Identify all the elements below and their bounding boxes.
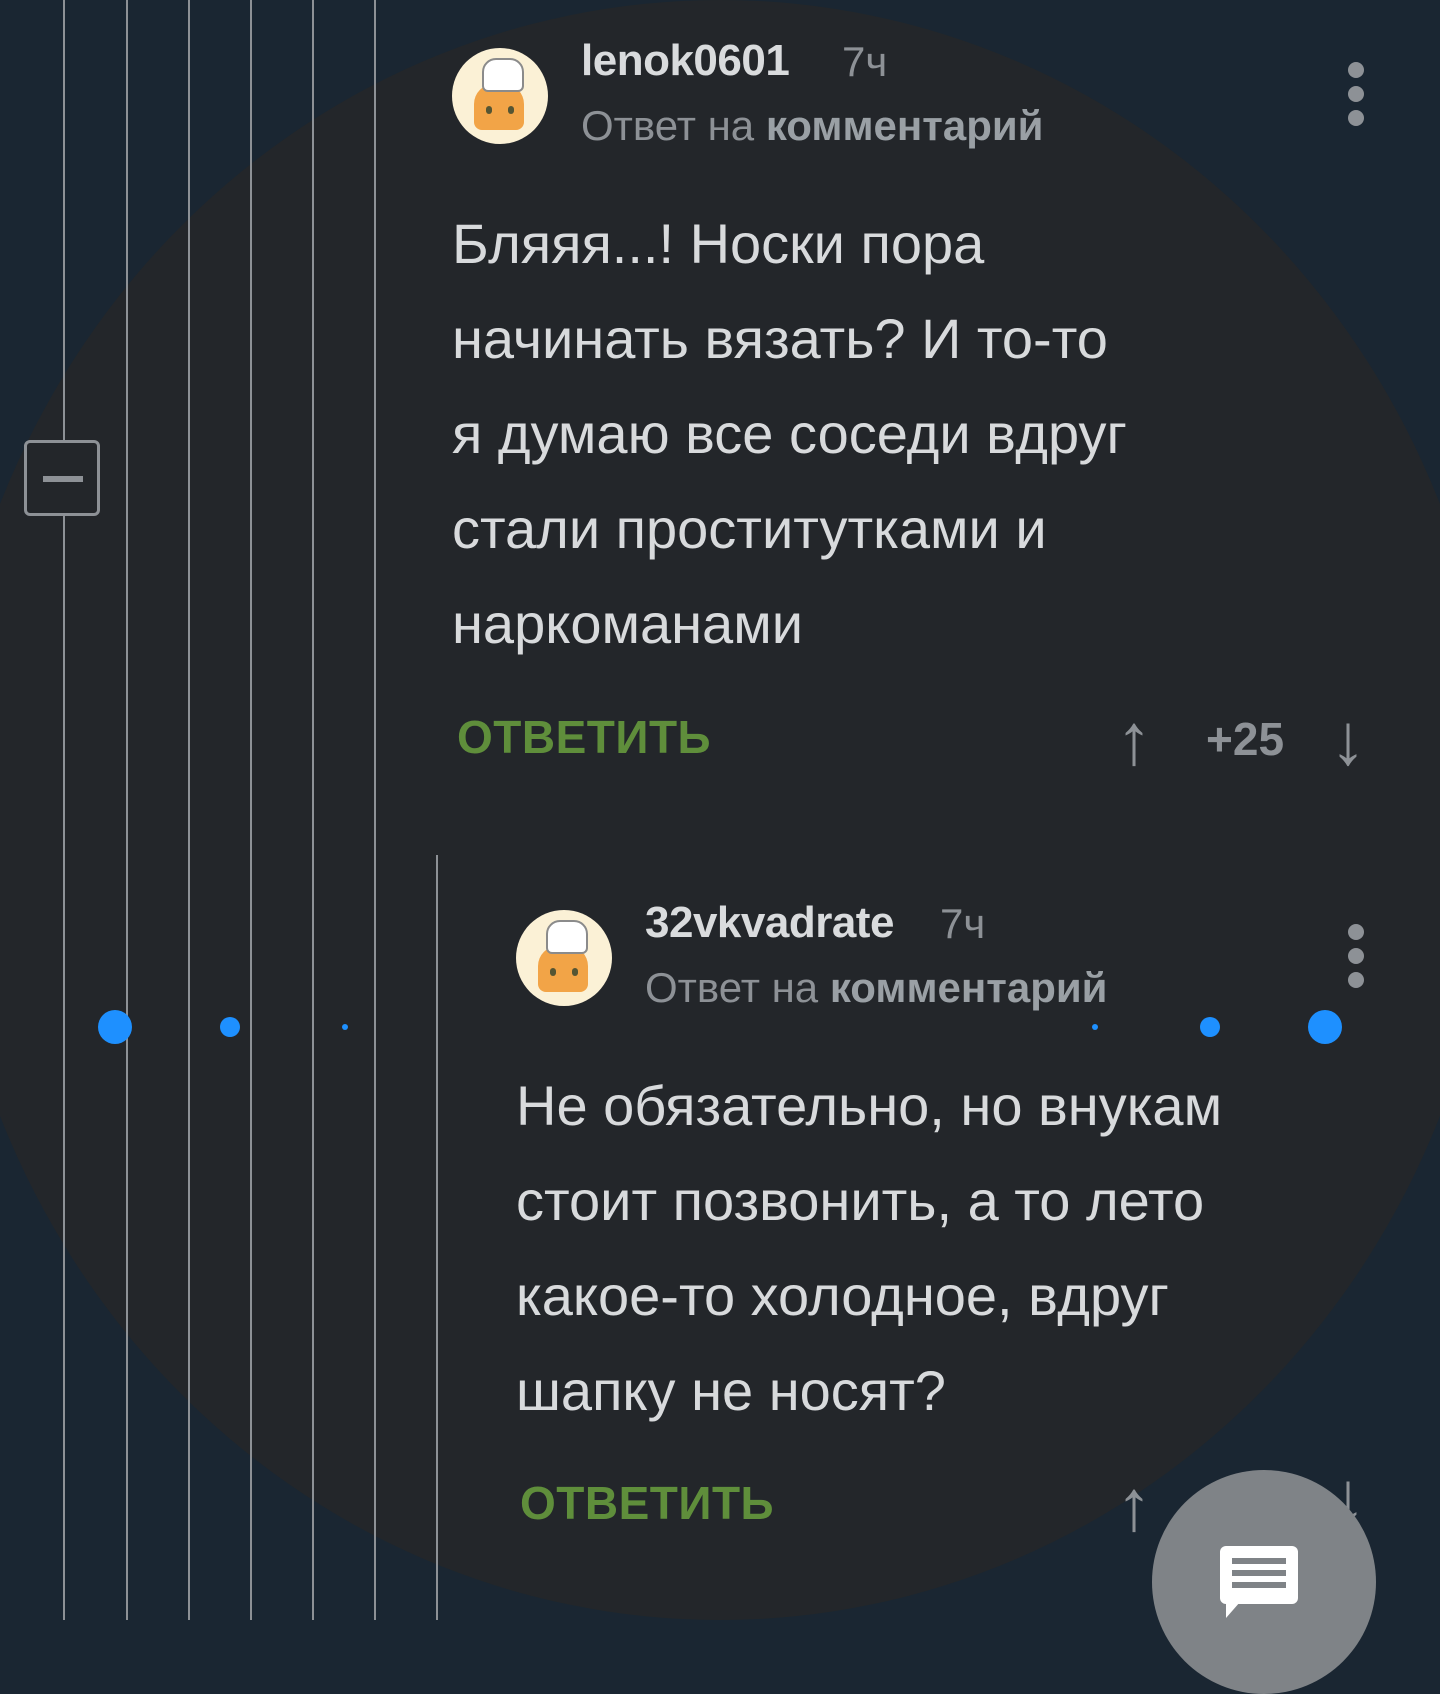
comment-text: Бляяя...! Носки пора начинать вязать? И …	[452, 212, 1127, 655]
avatar-eye	[572, 968, 578, 976]
thread-line[interactable]	[63, 0, 65, 1620]
thread-line[interactable]	[374, 0, 376, 1620]
reply-to-prefix: Ответ на	[645, 964, 819, 1011]
reply-button[interactable]: ОТВЕТИТЬ	[520, 1476, 774, 1530]
avatar-eye	[550, 968, 556, 976]
thread-line[interactable]	[312, 0, 314, 1620]
reply-to-line: Ответ на комментарий	[645, 964, 1108, 1012]
avatar[interactable]	[516, 910, 612, 1006]
comment-time: 7ч	[940, 900, 986, 947]
collapse-thread-icon[interactable]	[24, 440, 100, 516]
upvote-icon[interactable]: ↑	[1116, 704, 1152, 776]
upvote-icon[interactable]: ↑	[1116, 1470, 1152, 1542]
reply-to-prefix: Ответ на	[581, 102, 755, 149]
indicator-dot	[98, 1010, 132, 1044]
downvote-icon[interactable]: ↓	[1330, 704, 1366, 776]
thread-line[interactable]	[250, 0, 252, 1620]
comment-fab[interactable]	[1152, 1470, 1376, 1694]
indicator-dot	[342, 1024, 348, 1030]
thread-line[interactable]	[436, 855, 438, 1620]
comment-text: Не обязательно, но внукам стоит позвонит…	[516, 1074, 1223, 1422]
comment-time: 7ч	[842, 38, 888, 85]
comment-username[interactable]: lenok0601	[581, 36, 790, 86]
comments-panel: lenok0601 7ч Ответ на комментарий Бляяя.…	[0, 0, 1440, 1694]
avatar-eye	[508, 106, 514, 114]
thread-line[interactable]	[188, 0, 190, 1620]
reply-button[interactable]: ОТВЕТИТЬ	[457, 710, 711, 764]
reply-to-link[interactable]: комментарий	[830, 964, 1108, 1011]
reply-to-line: Ответ на комментарий	[581, 102, 1044, 150]
indicator-dot	[220, 1017, 240, 1037]
avatar[interactable]	[452, 48, 548, 144]
more-vertical-icon[interactable]	[1346, 924, 1366, 996]
comment-score: +25	[1206, 713, 1285, 765]
indicator-dot	[1308, 1010, 1342, 1044]
chef-hat-icon	[482, 58, 524, 92]
comment-icon	[1220, 1546, 1298, 1618]
indicator-dot	[1200, 1017, 1220, 1037]
reply-to-link[interactable]: комментарий	[766, 102, 1044, 149]
chef-hat-icon	[546, 920, 588, 954]
indicator-dot	[1092, 1024, 1098, 1030]
avatar-eye	[486, 106, 492, 114]
comment-username[interactable]: 32vkvadrate	[645, 898, 894, 948]
more-vertical-icon[interactable]	[1346, 62, 1366, 134]
thread-line[interactable]	[126, 0, 128, 1620]
